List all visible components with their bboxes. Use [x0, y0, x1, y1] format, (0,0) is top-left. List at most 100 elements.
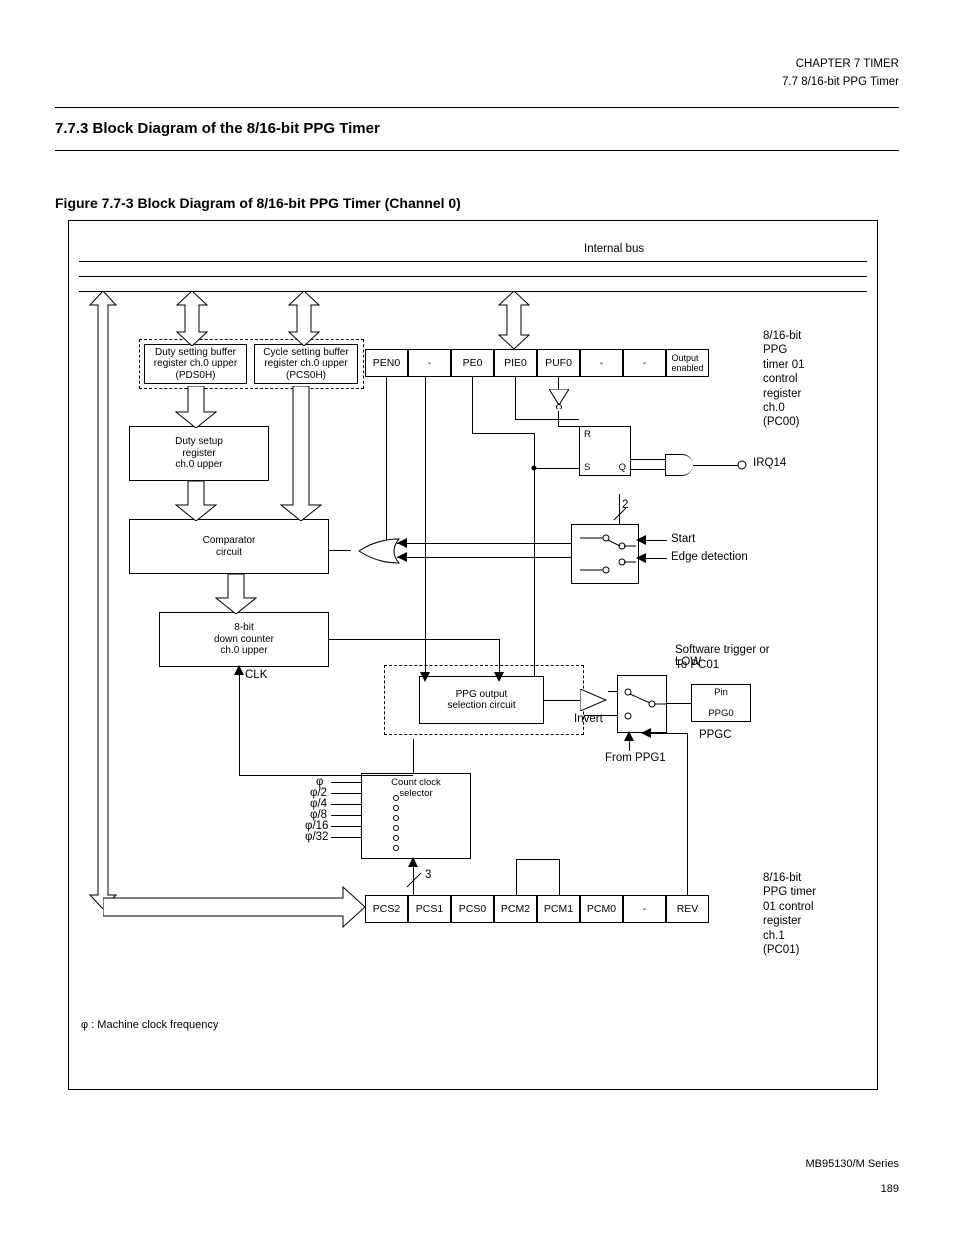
wire — [559, 859, 560, 895]
bit-puf0: PUF0 — [537, 349, 580, 377]
lower-control-register-bits: PCS2 PCS1 PCS0 PCM2 PCM1 PCM0 - REV — [365, 895, 709, 923]
duty-buffer-hi: Duty setting buffer register ch.0 upper … — [144, 344, 247, 384]
wire — [397, 557, 571, 558]
wire — [331, 826, 361, 827]
wire — [631, 459, 665, 460]
pin-block: Pin PPG0 — [691, 684, 751, 722]
wire — [584, 715, 618, 716]
ppg-output-selection: PPG output selection circuit — [419, 676, 544, 724]
wire — [472, 377, 473, 433]
bit-pcm1: PCM1 — [537, 895, 580, 923]
duty-setup-register: Duty setup register ch.0 upper — [129, 426, 269, 481]
bit-pcm0: PCM0 — [580, 895, 623, 923]
slash-icon — [405, 871, 423, 889]
wire — [667, 703, 691, 704]
arrowhead-down-icon — [420, 672, 430, 682]
control-register-bits: PEN0 - PE0 PIE0 PUF0 - - Output enabled — [365, 349, 709, 377]
rsq-r: R — [584, 429, 591, 440]
bus-line — [79, 276, 867, 277]
bit-blank: - — [408, 349, 451, 377]
wire — [239, 775, 413, 776]
terminal-icon — [737, 460, 749, 470]
long-down-arrow-icon — [279, 386, 323, 521]
bus-line — [79, 261, 867, 262]
bit-rev: REV — [666, 895, 709, 923]
arrowhead-up-icon — [408, 857, 418, 867]
internal-bus-label: Internal bus — [584, 243, 644, 255]
output-mux — [617, 675, 667, 733]
wire — [544, 700, 580, 701]
bit-pcs0: PCS0 — [451, 895, 494, 923]
long-bus-arrow-icon — [86, 291, 120, 909]
bit-blank: - — [623, 895, 666, 923]
inverter-icon — [549, 389, 569, 409]
to-pc01-label: To PC01 — [675, 659, 719, 671]
wire — [331, 782, 361, 783]
pc01-annotation: 8/16-bit PPG timer 01 control register c… — [763, 871, 833, 957]
wire — [413, 739, 414, 773]
bit-pcs1: PCS1 — [408, 895, 451, 923]
series-label: MB95130/M Series — [55, 1158, 899, 1170]
bus-arrow-icon — [167, 291, 217, 346]
arrowhead-left-icon — [636, 553, 646, 563]
wire — [397, 543, 571, 544]
bus-width-3-label: 3 — [425, 869, 431, 881]
wire — [515, 419, 579, 420]
down-arrow-icon — [174, 386, 218, 428]
down-arrow-icon — [174, 481, 218, 521]
wire — [619, 494, 620, 524]
section-ref-label: 7.7 8/16-bit PPG Timer — [782, 76, 899, 88]
bit-blank: - — [580, 349, 623, 377]
wire — [499, 639, 500, 676]
count-clock-selector: Count clock selector — [361, 773, 471, 859]
big-right-arrow-icon — [103, 885, 365, 929]
clk-label: CLK — [245, 669, 267, 681]
arrowhead-up-icon — [624, 731, 634, 741]
or-gate-icon — [347, 537, 401, 565]
wire — [331, 815, 361, 816]
bit-pie0: PIE0 — [494, 349, 537, 377]
diagram-frame: Internal bus Duty setting buffer registe… — [68, 220, 878, 1090]
phi-label: φ/32 — [305, 831, 328, 843]
bit-output-enabled: Output enabled — [666, 349, 709, 377]
slash-icon — [612, 506, 628, 522]
wire — [516, 859, 559, 860]
header-rule-top — [55, 107, 899, 108]
node-dot-icon — [531, 465, 537, 471]
edge-detection-label: Edge detection — [671, 551, 748, 563]
bit-pe0: PE0 — [451, 349, 494, 377]
bit-pcm2: PCM2 — [494, 895, 537, 923]
bus-arrow-icon — [279, 291, 329, 346]
arrowhead-left-icon — [397, 538, 407, 548]
down-arrow-icon — [214, 574, 258, 614]
header-rule-bottom — [55, 150, 899, 151]
arrowhead-left-icon — [636, 535, 646, 545]
wire — [693, 465, 739, 466]
rsq-flipflop: R S Q — [579, 426, 631, 476]
wire — [631, 469, 665, 470]
arrowhead-up-icon — [234, 665, 244, 675]
wire — [608, 691, 618, 692]
down-counter-block: 8-bit down counter ch.0 upper — [159, 612, 329, 667]
section-title: 7.7.3 Block Diagram of the 8/16-bit PPG … — [55, 120, 380, 137]
cycle-buffer-hi: Cycle setting buffer register ch.0 upper… — [254, 344, 358, 384]
bit-pen0: PEN0 — [365, 349, 408, 377]
wire — [329, 639, 499, 640]
wire — [472, 433, 534, 434]
wire — [558, 426, 579, 427]
wire — [329, 550, 351, 551]
chapter-label: CHAPTER 7 TIMER — [782, 58, 899, 70]
wire — [516, 859, 517, 895]
page-header: CHAPTER 7 TIMER 7.7 8/16-bit PPG Timer — [782, 58, 899, 88]
wire — [331, 804, 361, 805]
wire — [687, 733, 688, 895]
and-gate-icon — [665, 454, 693, 476]
start-label: Start — [671, 533, 695, 545]
figure-caption: Figure 7.7-3 Block Diagram of 8/16-bit P… — [55, 195, 461, 211]
wire — [425, 377, 426, 676]
arrowhead-left-icon — [641, 728, 651, 738]
wire — [331, 793, 361, 794]
pin-label: Pin — [692, 687, 750, 698]
pin-name: PPG0 — [692, 708, 750, 719]
rsq-q: Q — [619, 462, 626, 473]
